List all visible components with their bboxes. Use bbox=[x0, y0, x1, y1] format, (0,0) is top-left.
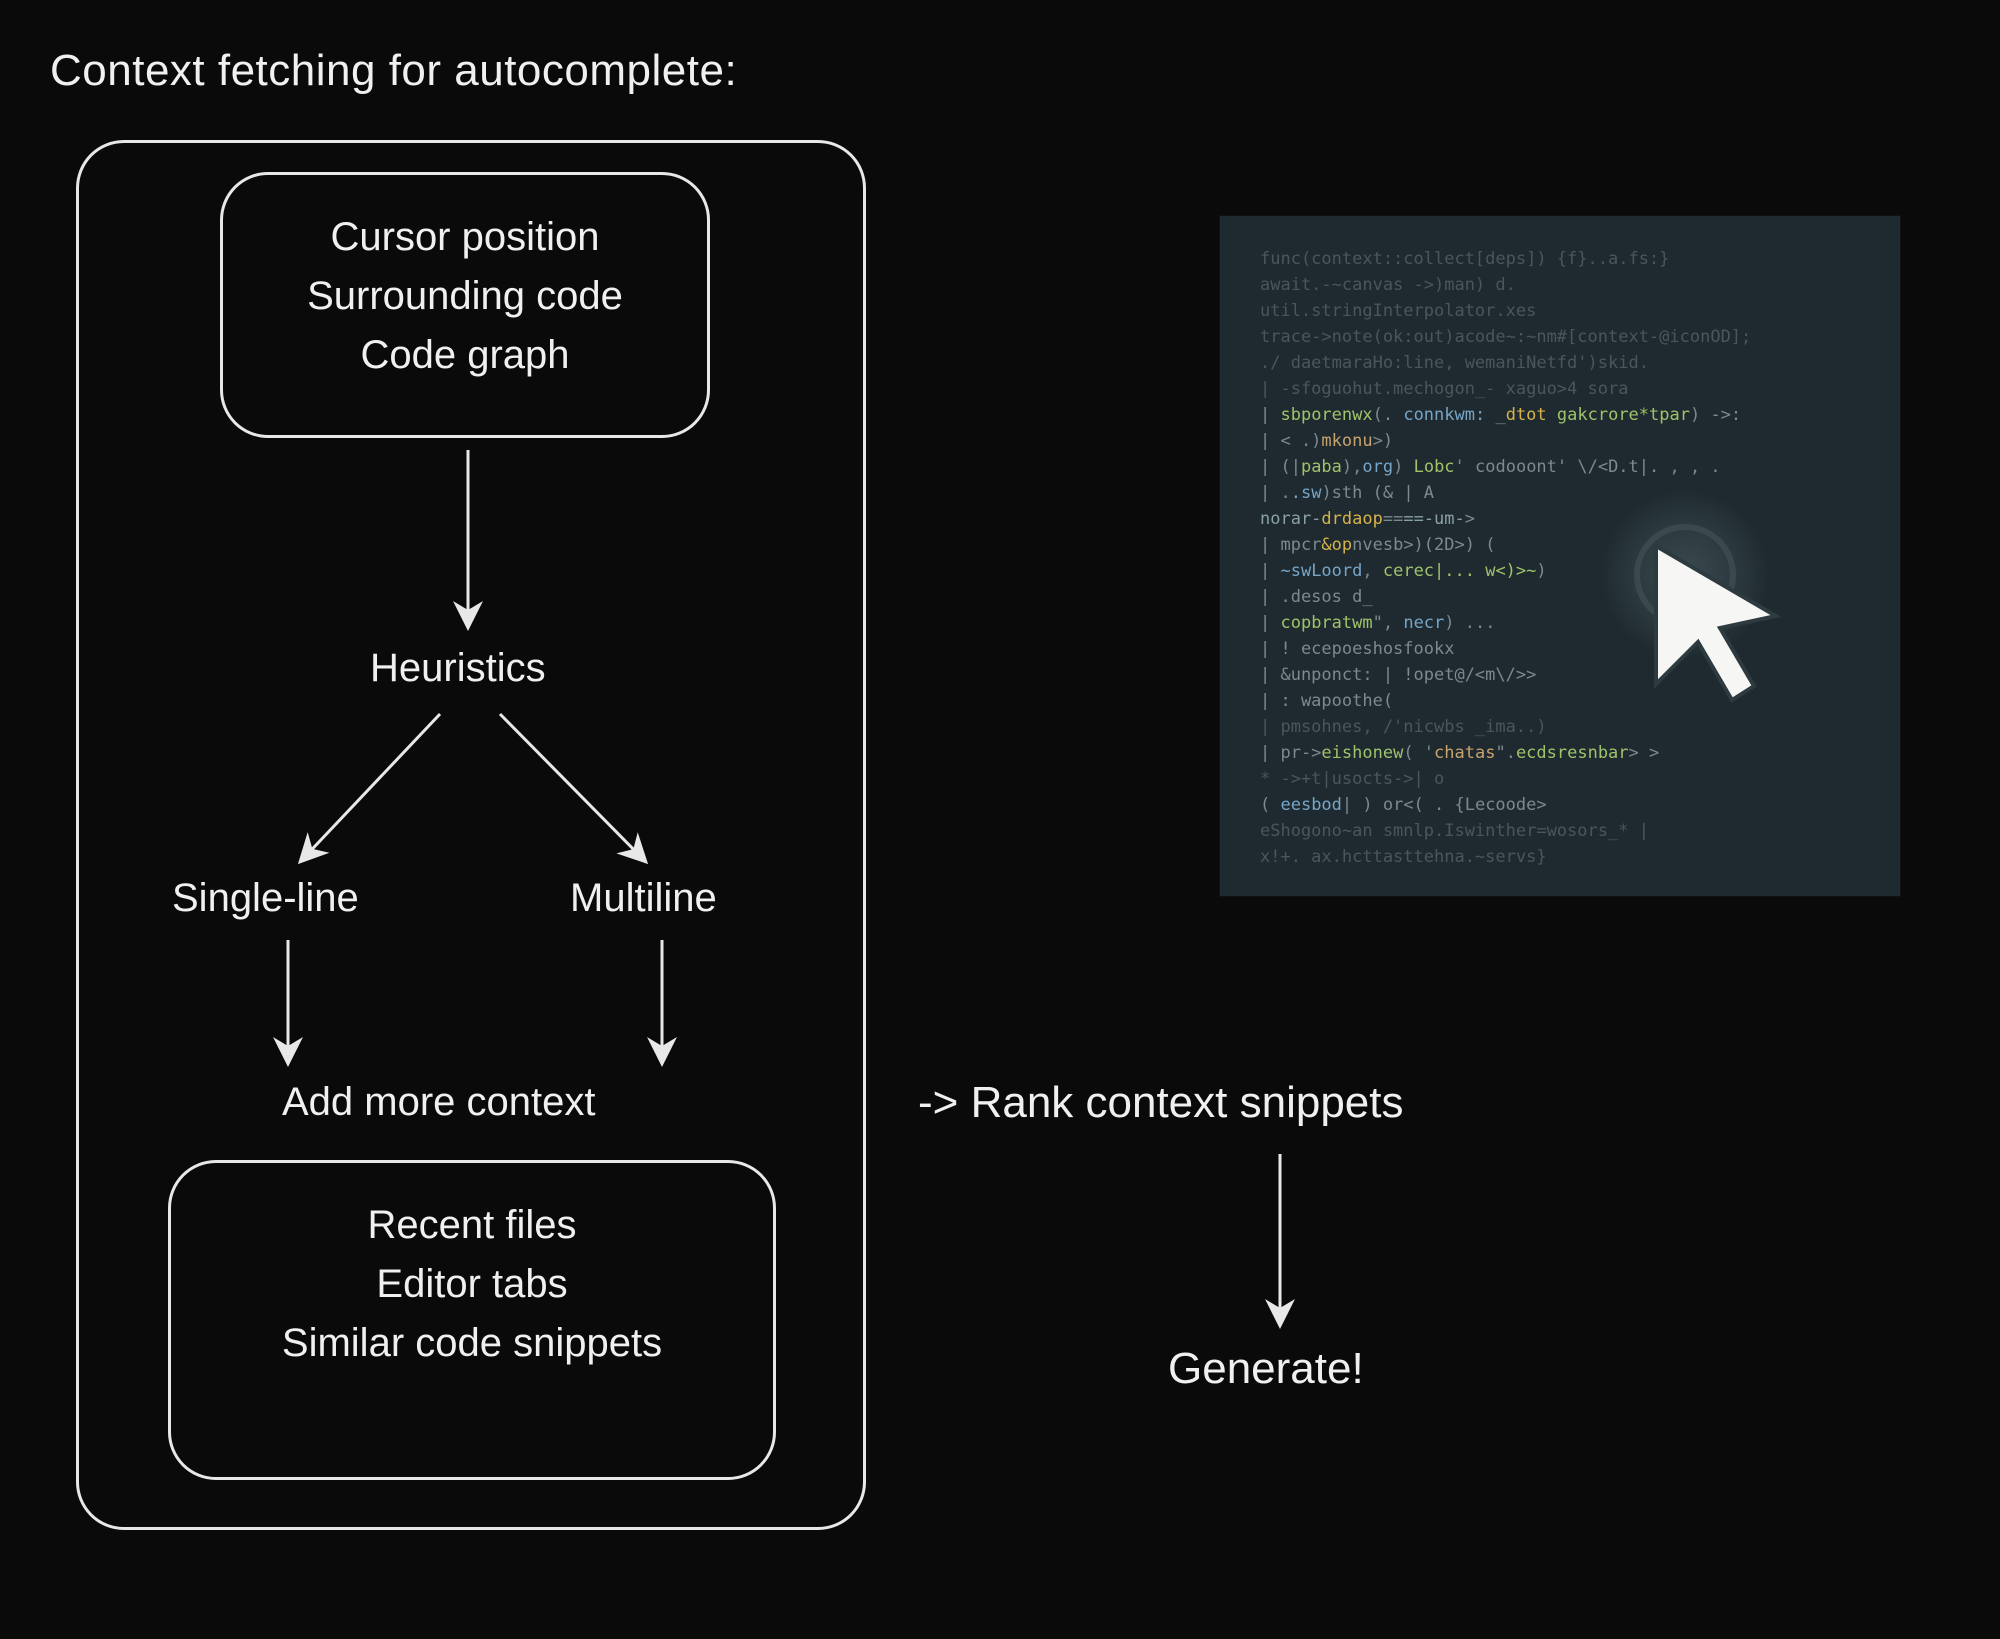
inputs-line-1: Cursor position bbox=[223, 215, 707, 260]
branch-multiline: Multiline bbox=[570, 876, 717, 921]
inputs-box: Cursor position Surrounding code Code gr… bbox=[220, 172, 710, 438]
add-more-context-label: Add more context bbox=[282, 1080, 596, 1125]
diagram-title: Context fetching for autocomplete: bbox=[50, 46, 737, 96]
context-sources-box: Recent files Editor tabs Similar code sn… bbox=[168, 1160, 776, 1480]
context-line-2: Editor tabs bbox=[171, 1262, 773, 1307]
code-preview-panel: func(context::collect[deps]) {f}..a.fs:}… bbox=[1220, 216, 1900, 896]
context-line-1: Recent files bbox=[171, 1203, 773, 1248]
inputs-line-3: Code graph bbox=[223, 333, 707, 378]
inputs-line-2: Surrounding code bbox=[223, 274, 707, 319]
generate-label: Generate! bbox=[1168, 1344, 1364, 1394]
heuristics-label: Heuristics bbox=[370, 646, 546, 691]
rank-snippets-label: -> Rank context snippets bbox=[918, 1078, 1403, 1128]
code-preview-content: func(context::collect[deps]) {f}..a.fs:}… bbox=[1260, 246, 1860, 866]
branch-single-line: Single-line bbox=[172, 876, 359, 921]
context-line-3: Similar code snippets bbox=[171, 1321, 773, 1366]
